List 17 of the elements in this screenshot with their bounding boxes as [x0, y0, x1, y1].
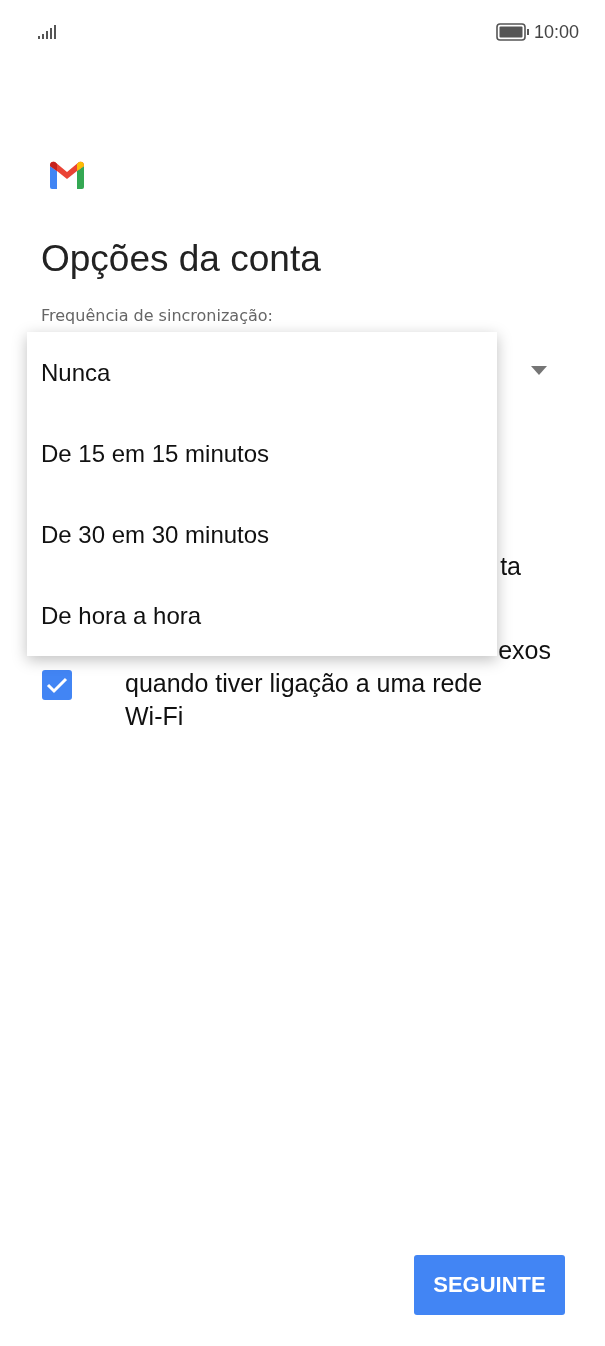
- option-text: ta: [500, 551, 521, 582]
- field-label: Frequência de sincronização:: [41, 305, 273, 327]
- page-title: Opções da conta: [41, 237, 321, 281]
- clock-time: 10:00: [533, 21, 579, 43]
- checkbox[interactable]: [42, 669, 72, 700]
- mail-logo-icon: [48, 160, 86, 189]
- option-text: quando tiver ligação a uma rede Wi-Fi: [125, 668, 484, 732]
- battery-icon: [495, 23, 530, 41]
- next-button[interactable]: SEGUINTE: [414, 1255, 565, 1315]
- menu-item[interactable]: Nunca: [27, 332, 497, 413]
- check-icon: [46, 675, 68, 694]
- signal-icon: [38, 25, 58, 39]
- option-text: exos: [498, 635, 551, 666]
- menu-item[interactable]: De 15 em 15 minutos: [27, 413, 497, 494]
- menu-item[interactable]: De 30 em 30 minutos: [27, 494, 497, 575]
- dropdown-arrow-icon[interactable]: [531, 365, 547, 375]
- menu-item[interactable]: De hora a hora: [27, 575, 497, 656]
